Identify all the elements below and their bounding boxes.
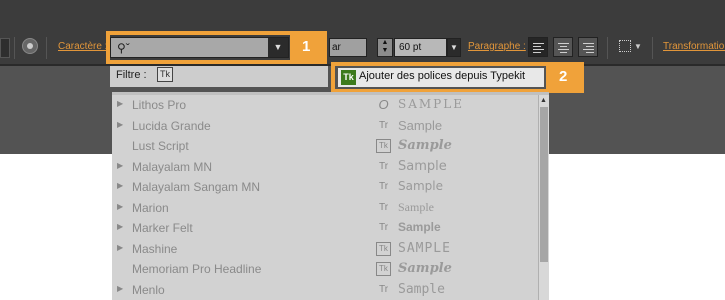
filter-label: Filtre : <box>116 69 147 81</box>
callout-frame-left <box>106 31 110 64</box>
font-list-item[interactable]: ▶ Lithos Pro O SAMPLE <box>112 95 538 116</box>
font-list-item[interactable]: ▶ Lucida Grande Tr Sample <box>112 116 538 137</box>
font-list-item[interactable]: ▶ Marion Tr Sample <box>112 198 538 219</box>
callout-frame-top <box>106 31 292 35</box>
expand-arrow-icon[interactable]: ▶ <box>117 284 123 293</box>
add-fonts-from-typekit-button[interactable]: Tk Ajouter des polices depuis Typekit <box>337 67 545 88</box>
expand-arrow-icon[interactable]: ▶ <box>117 181 123 190</box>
font-list-item[interactable]: ▶ Malayalam MN Tr Sample <box>112 157 538 178</box>
align-grid-icon[interactable] <box>619 40 631 52</box>
font-name: Malayalam Sangam MN <box>132 180 261 194</box>
font-sample: Sample <box>398 220 441 234</box>
font-sample: SAMPLE <box>398 240 451 256</box>
character-panel-link[interactable]: Caractère : <box>58 41 107 52</box>
font-sample: Sample <box>398 199 434 214</box>
truetype-icon: Tr <box>378 283 389 295</box>
font-style-field[interactable]: ar <box>329 38 367 57</box>
font-sample: Sample <box>398 179 443 193</box>
font-sample: Sample <box>398 158 447 174</box>
expand-arrow-icon[interactable]: ▶ <box>117 243 123 252</box>
font-name: Mashine <box>132 241 178 256</box>
align-center-button[interactable] <box>553 37 573 57</box>
typekit-icon: Tk <box>376 241 391 256</box>
callout-number-1: 1 <box>302 38 311 55</box>
font-name: Lust Script <box>132 139 189 153</box>
font-list-item[interactable]: ▶ Menlo Tr Sample <box>112 280 538 300</box>
align-left-button[interactable] <box>528 37 548 57</box>
font-name: Menlo <box>132 282 165 297</box>
font-name: Lithos Pro <box>132 98 187 112</box>
toolbar-separator <box>46 37 47 59</box>
font-list-scrollbar[interactable]: ▲ <box>538 95 549 300</box>
font-name: Marion <box>132 200 169 215</box>
font-dropdown-button[interactable]: ▼ <box>268 38 288 57</box>
typekit-icon: Tk <box>341 70 356 85</box>
expand-arrow-icon[interactable]: ▶ <box>117 222 123 231</box>
recolor-icon[interactable] <box>22 38 38 54</box>
font-list-item[interactable]: Lust Script Tk Sample <box>112 136 538 157</box>
typekit-icon: Tk <box>376 262 391 276</box>
truetype-icon: Tr <box>378 119 389 131</box>
font-sample: Sample <box>398 117 443 133</box>
callout-frame-top <box>331 62 550 66</box>
expand-arrow-icon[interactable]: ▶ <box>117 161 123 170</box>
expand-arrow-icon[interactable]: ▶ <box>117 202 123 211</box>
font-sample: Sample <box>398 261 452 276</box>
truetype-icon: Tr <box>378 160 389 172</box>
typekit-filter-icon[interactable]: Tk <box>157 67 173 82</box>
font-sample: SAMPLE <box>398 97 464 111</box>
font-sample: Sample <box>398 138 452 153</box>
font-name: Malayalam MN <box>132 159 213 174</box>
toolbar-separator <box>607 37 608 59</box>
scroll-up-arrow-icon[interactable]: ▲ <box>540 97 547 104</box>
scroll-thumb[interactable] <box>540 107 548 262</box>
callout-frame-bottom <box>106 60 292 64</box>
transform-panel-link[interactable]: Transformation <box>663 41 725 52</box>
font-name: Marker Felt <box>132 221 193 235</box>
search-icon: ⚲ˇ <box>117 41 130 55</box>
expand-arrow-icon[interactable]: ▶ <box>117 99 123 108</box>
callout-frame-left <box>331 62 335 93</box>
font-family-field[interactable]: ⚲ˇ ▼ <box>110 37 289 58</box>
toolbar-separator <box>652 37 653 59</box>
font-sample: Sample <box>398 281 445 297</box>
typekit-icon: Tk <box>376 139 391 153</box>
typekit-button-label: Ajouter des polices depuis Typekit <box>359 70 526 82</box>
font-list-item[interactable]: ▶ Marker Felt Tr Sample <box>112 218 538 239</box>
font-list-item[interactable]: Memoriam Pro Headline Tk Sample <box>112 259 538 280</box>
size-stepper[interactable]: ▲ ▼ <box>377 38 393 57</box>
align-right-button[interactable] <box>578 37 598 57</box>
truetype-icon: Tr <box>378 222 389 233</box>
truetype-icon: Tr <box>378 181 389 192</box>
font-name: Memoriam Pro Headline <box>132 262 262 276</box>
callout-number-2: 2 <box>559 68 568 85</box>
font-list-item[interactable]: ▶ Mashine Tk SAMPLE <box>112 239 538 260</box>
font-size-field[interactable]: 60 pt <box>394 38 447 57</box>
font-size-dropdown[interactable]: ▼ <box>447 38 461 57</box>
expand-arrow-icon[interactable]: ▶ <box>117 120 123 129</box>
font-list-item[interactable]: ▶ Malayalam Sangam MN Tr Sample <box>112 177 538 198</box>
chevron-down-icon[interactable]: ▼ <box>634 42 642 51</box>
toolbar-left-control[interactable] <box>0 38 10 58</box>
toolbar-separator <box>14 37 15 59</box>
truetype-icon: Tr <box>378 201 389 213</box>
font-name: Lucida Grande <box>132 118 211 133</box>
font-list: ▶ Lithos Pro O SAMPLE ▶ Lucida Grande Tr… <box>112 95 538 300</box>
opentype-icon: O <box>378 97 389 112</box>
paragraph-panel-link[interactable]: Paragraphe : <box>468 41 526 52</box>
